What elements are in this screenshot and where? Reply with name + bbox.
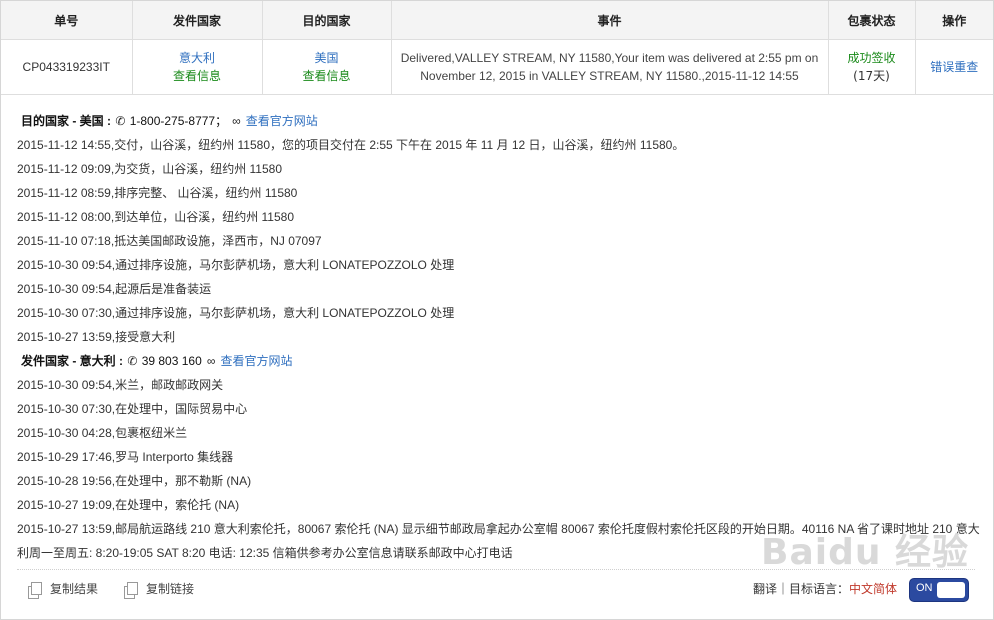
- phone-icon: ✆: [115, 114, 126, 128]
- copy-icon: [124, 582, 138, 599]
- action-cell: 错误重查: [914, 39, 993, 95]
- status-days: (17天): [853, 69, 890, 83]
- origin-label: 发件国家 - 意大利 :: [21, 354, 123, 368]
- event-line-2: November 12, 2015 in VALLEY STREAM, NY 1…: [420, 69, 799, 83]
- phone-icon: ✆: [127, 354, 138, 368]
- tracking-panel: 单号 发件国家 目的国家 事件 包裹状态 操作 CP043319233IT 意大…: [0, 0, 994, 620]
- recheck-link[interactable]: 错误重查: [930, 60, 978, 74]
- event-item: 2015-11-12 14:55,交付，山谷溪，纽约州 11580，您的项目交付…: [17, 138, 685, 152]
- target-language[interactable]: 中文简体: [849, 582, 897, 596]
- origin-phone: 39 803 160: [141, 354, 202, 368]
- destination-header: 目的国家 - 美国 : ✆ 1-800-275-8777； ∞ 查看官方网站: [17, 109, 993, 133]
- event-item: 2015-11-12 08:00,到达单位，山谷溪，纽约州 11580: [17, 210, 295, 224]
- origin-info-link[interactable]: 查看信息: [134, 67, 261, 85]
- event-item: 2015-11-10 07:18,抵达美国邮政设施，泽西市，NJ 07097: [17, 234, 322, 248]
- event-item: 2015-10-30 09:54,通过排序设施，马尔彭萨机场，意大利 LONAT…: [17, 258, 455, 272]
- destination-events: 2015-11-12 14:55,交付，山谷溪，纽约州 11580，您的项目交付…: [17, 133, 993, 349]
- link-icon: ∞: [232, 114, 241, 128]
- col-header-event: 事件: [390, 1, 829, 40]
- translate-prefix: 翻译｜目标语言：: [753, 582, 850, 596]
- status-badge: 成功签收: [847, 51, 896, 65]
- link-icon: ∞: [206, 354, 216, 368]
- col-header-origin: 发件国家: [131, 1, 263, 40]
- translate-label: 翻译｜目标语言：中文简体: [753, 580, 897, 597]
- copy-link-label: 复制链接: [146, 582, 195, 596]
- baidu-watermark-logo: Baidu 经验: [761, 532, 970, 573]
- col-header-destination: 目的国家: [261, 1, 392, 40]
- table-row: CP043319233IT 意大利 查看信息 美国 查看信息 Delivered…: [1, 39, 993, 95]
- col-header-status: 包裹状态: [827, 1, 916, 40]
- copy-result-button[interactable]: 复制结果: [28, 580, 99, 599]
- event-item: 2015-11-12 09:09,为交货，山谷溪，纽约州 11580: [17, 162, 283, 176]
- copy-link-button[interactable]: 复制链接: [124, 580, 195, 599]
- event-item: 2015-10-30 09:54,米兰，邮政邮政网关: [17, 378, 224, 392]
- event-item: 2015-10-27 19:09,在处理中，索伦托 (NA): [17, 498, 240, 512]
- destination-info-link[interactable]: 查看信息: [264, 67, 390, 85]
- origin-country-link[interactable]: 意大利: [134, 49, 261, 67]
- table-header-row: 单号 发件国家 目的国家 事件 包裹状态 操作: [1, 1, 993, 40]
- origin-header: 发件国家 - 意大利 : ✆ 39 803 160 ∞ 查看官方网站: [17, 349, 993, 373]
- destination-label: 目的国家 - 美国 :: [21, 114, 111, 128]
- destination-country-link[interactable]: 美国: [264, 49, 390, 67]
- col-header-tracking-no: 单号: [1, 1, 133, 40]
- footer-toolbar: 复制结果 复制链接 翻译｜目标语言：中文简体 ON: [17, 569, 975, 608]
- event-line-1: Delivered,VALLEY STREAM, NY 11580,Your i…: [400, 51, 819, 65]
- origin-official-site-link[interactable]: 查看官方网站: [220, 354, 292, 368]
- copy-result-label: 复制结果: [50, 582, 99, 596]
- event-item: 2015-11-12 08:59,排序完整、 山谷溪，纽约州 11580: [17, 186, 298, 200]
- destination-phone: 1-800-275-8777；: [129, 114, 228, 128]
- destination-cell: 美国 查看信息: [261, 39, 392, 95]
- tracking-table: 单号 发件国家 目的国家 事件 包裹状态 操作 CP043319233IT 意大…: [1, 1, 993, 95]
- translate-toggle[interactable]: ON: [909, 578, 969, 602]
- event-item: 2015-10-30 07:30,通过排序设施，马尔彭萨机场，意大利 LONAT…: [17, 306, 455, 320]
- tracking-details: 目的国家 - 美国 : ✆ 1-800-275-8777； ∞ 查看官方网站 2…: [1, 95, 993, 560]
- toggle-knob: [937, 582, 965, 598]
- event-item: 2015-10-30 07:30,在处理中，国际贸易中心: [17, 402, 248, 416]
- copy-icon: [28, 582, 42, 599]
- event-item: 2015-10-30 09:54,起源后是准备装运: [17, 282, 212, 296]
- event-item: 2015-10-29 17:46,罗马 Interporto 集线器: [17, 450, 234, 464]
- event-cell: Delivered,VALLEY STREAM, NY 11580,Your i…: [390, 39, 829, 95]
- event-item: 2015-10-28 19:56,在处理中，那不勒斯 (NA): [17, 474, 252, 488]
- event-item: 2015-10-30 04:28,包裹枢纽米兰: [17, 426, 188, 440]
- origin-events: 2015-10-30 09:54,米兰，邮政邮政网关 2015-10-30 07:…: [17, 373, 993, 560]
- col-header-action: 操作: [914, 1, 993, 40]
- destination-official-site-link[interactable]: 查看官方网站: [246, 114, 318, 128]
- tracking-number: CP043319233IT: [1, 39, 133, 95]
- origin-cell: 意大利 查看信息: [131, 39, 263, 95]
- status-cell: 成功签收 (17天): [827, 39, 916, 95]
- event-item: 2015-10-27 13:59,接受意大利: [17, 330, 176, 344]
- toggle-text: ON: [916, 582, 933, 594]
